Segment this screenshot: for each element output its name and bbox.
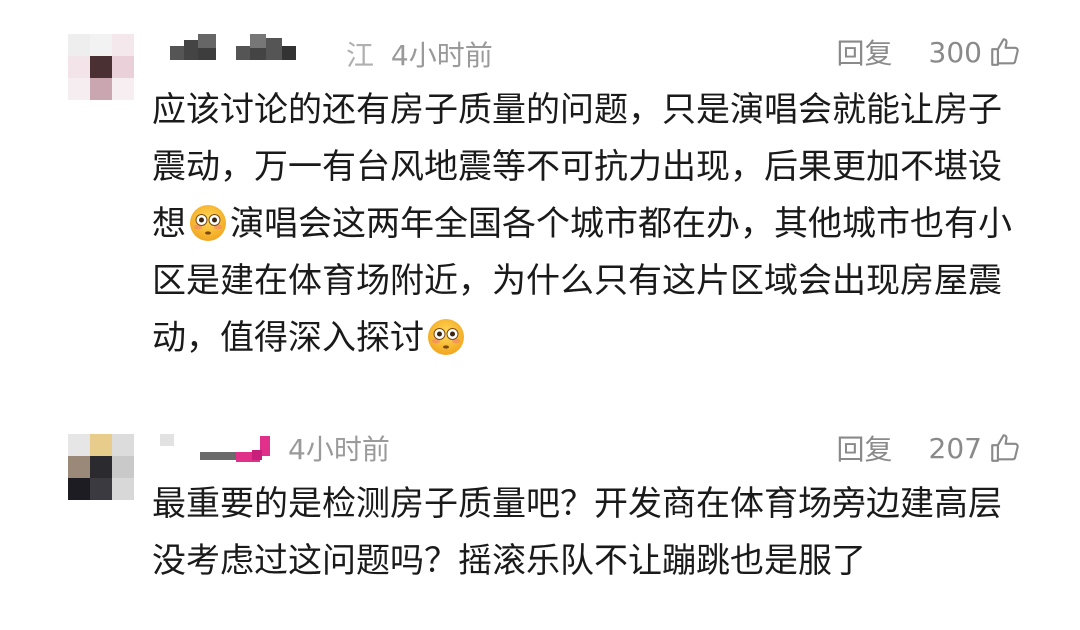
thumbs-up-icon (991, 434, 1019, 462)
reply-button[interactable]: 回复 (837, 32, 893, 72)
username[interactable] (160, 432, 280, 466)
comment-meta: 江 4小时前 (346, 34, 493, 74)
like-count: 300 (928, 35, 982, 69)
flushed-face-emoji (190, 205, 226, 241)
comment-actions: 回复 207 (837, 428, 1022, 468)
comment-text: 应该讨论的还有房子质量的问题，只是演唱会就能让房子震动，万一有台风地震等不可抗力… (152, 82, 1032, 367)
reply-button[interactable]: 回复 (837, 428, 893, 468)
comment-list: 江 4小时前 回复 300 应该讨论的还有房子质量的问题，只是演唱会就能让房子震… (0, 0, 1080, 630)
comment-text: 最重要的是检测房子质量吧？开发商在体育场旁边建高层没考虑过这问题吗？摇滚乐队不让… (152, 484, 1002, 581)
comment-actions: 回复 300 (837, 32, 1022, 72)
username[interactable] (160, 34, 340, 64)
timestamp: 4小时前 (288, 433, 390, 466)
flushed-face-emoji (428, 319, 464, 355)
like-button[interactable]: 207 (929, 431, 1022, 465)
thumbs-up-icon (991, 38, 1019, 66)
comment-text-part2: 演唱会这两年全国各个城市都在办，其他城市也有小区是建在体育场附近，为什么只有这片… (152, 204, 1012, 358)
like-button[interactable]: 300 (929, 35, 1022, 69)
like-count: 207 (928, 431, 982, 465)
comment-meta: 4小时前 (288, 428, 390, 468)
username-fragment: 江 (346, 39, 375, 72)
avatar[interactable] (68, 34, 134, 100)
timestamp: 4小时前 (390, 39, 493, 72)
avatar[interactable] (68, 434, 134, 500)
